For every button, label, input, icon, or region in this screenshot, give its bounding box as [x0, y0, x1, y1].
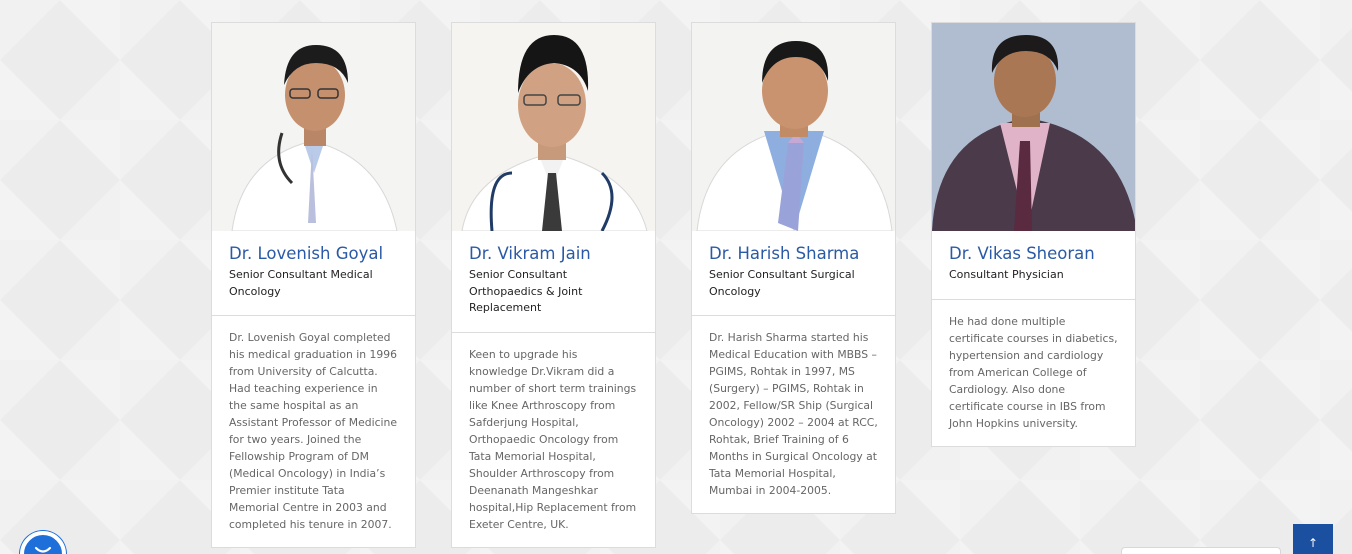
doctor-name[interactable]: Dr. Lovenish Goyal	[229, 244, 398, 264]
chat-button[interactable]	[20, 531, 66, 554]
doctor-role: Senior Consultant Orthopaedics & Joint R…	[469, 268, 583, 314]
doctor-card: Dr. Harish Sharma Senior Consultant Surg…	[691, 22, 896, 514]
doctor-role: Senior Consultant Surgical Oncology	[709, 268, 855, 298]
doctor-photo	[932, 23, 1135, 231]
doctor-header: Dr. Harish Sharma Senior Consultant Surg…	[692, 231, 895, 316]
doctor-card: Dr. Vikram Jain Senior Consultant Orthop…	[451, 22, 656, 548]
doctor-bio: Keen to upgrade his knowledge Dr.Vikram …	[469, 347, 637, 531]
doctor-bio: He had done multiple certificate courses…	[949, 314, 1118, 430]
bottom-widget-tab[interactable]	[1121, 547, 1281, 554]
scroll-top-button[interactable]: ↑	[1293, 524, 1333, 554]
doctor-header: Dr. Vikram Jain Senior Consultant Orthop…	[452, 231, 655, 333]
doctor-role: Senior Consultant Medical Oncology	[229, 268, 373, 298]
doctor-photo	[452, 23, 655, 231]
doctor-name[interactable]: Dr. Vikas Sheoran	[949, 244, 1118, 264]
chat-bubble-icon	[34, 546, 52, 553]
doctor-name[interactable]: Dr. Harish Sharma	[709, 244, 878, 264]
arrow-up-icon: ↑	[1307, 536, 1319, 550]
doctor-name[interactable]: Dr. Vikram Jain	[469, 244, 638, 264]
doctor-header: Dr. Lovenish Goyal Senior Consultant Med…	[212, 231, 415, 316]
doctor-photo	[692, 23, 895, 231]
doctor-photo	[212, 23, 415, 231]
doctor-card: Dr. Vikas Sheoran Consultant Physician H…	[931, 22, 1136, 447]
doctor-role: Consultant Physician	[949, 268, 1064, 281]
doctor-bio: Dr. Harish Sharma started his Medical Ed…	[709, 331, 878, 497]
doctor-bio: Dr. Lovenish Goyal completed his medical…	[229, 331, 397, 531]
doctor-header: Dr. Vikas Sheoran Consultant Physician	[932, 231, 1135, 300]
doctor-card: Dr. Lovenish Goyal Senior Consultant Med…	[211, 22, 416, 548]
